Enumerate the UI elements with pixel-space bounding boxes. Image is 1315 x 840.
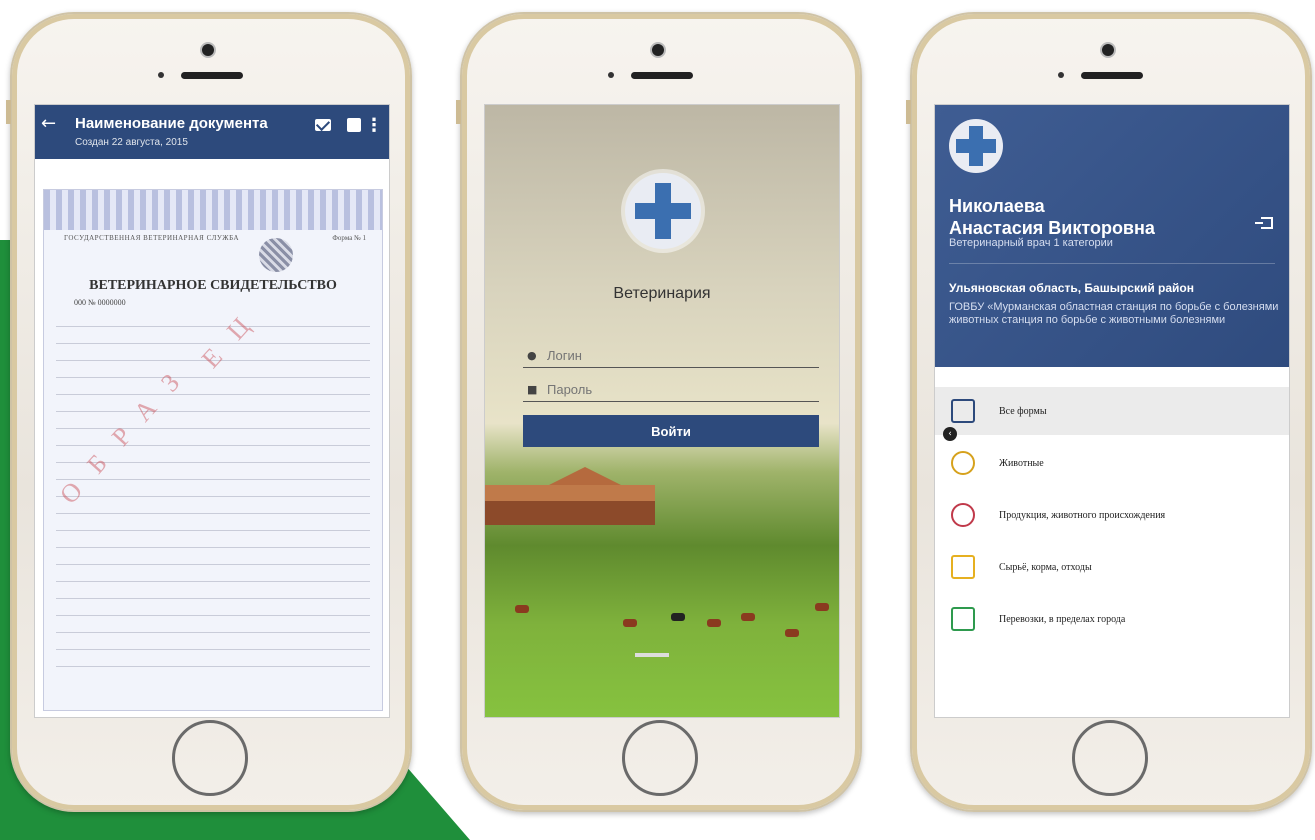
- home-button[interactable]: [172, 720, 248, 796]
- sensor-dot: [158, 72, 164, 78]
- profile-header: Николаева Анастасия Викторовна Ветеринар…: [935, 105, 1289, 367]
- user-icon: ●: [527, 349, 537, 362]
- print-icon[interactable]: [347, 118, 361, 132]
- cow-image: [785, 629, 799, 637]
- user-region: Ульяновская область, Башырский район: [949, 281, 1194, 295]
- earpiece-speaker: [631, 72, 693, 79]
- menu-item-raw-materials[interactable]: Сырьё, корма, отходы: [935, 543, 1289, 591]
- menu-item-label: Сырьё, корма, отходы: [999, 561, 1092, 573]
- farm-buildings: [485, 485, 655, 525]
- certificate-emblem-icon: [259, 238, 293, 272]
- app-logo-cross-icon: [949, 119, 1003, 173]
- cow-image: [741, 613, 755, 621]
- document-title: Наименование документа: [75, 115, 268, 132]
- mail-icon[interactable]: [315, 119, 331, 131]
- user-name: Николаева Анастасия Викторовна: [949, 195, 1155, 239]
- certificate-ornament-border: [44, 190, 382, 230]
- login-button[interactable]: Войти: [523, 415, 819, 447]
- forms-icon: [951, 399, 975, 423]
- divider: [949, 263, 1275, 264]
- cow-image: [623, 619, 637, 627]
- certificate-image: ГОСУДАРСТВЕННАЯ ВЕТЕРИНАРНАЯ СЛУЖБА Форм…: [43, 189, 383, 711]
- sensor-dot: [1058, 72, 1064, 78]
- front-camera: [1102, 44, 1114, 56]
- menu-item-all-forms[interactable]: Все формы: [935, 387, 1289, 435]
- certificate-organization: ГОСУДАРСТВЕННАЯ ВЕТЕРИНАРНАЯ СЛУЖБА: [64, 234, 240, 242]
- cow-image: [707, 619, 721, 627]
- earpiece-speaker: [181, 72, 243, 79]
- phone-menu: Николаева Анастасия Викторовна Ветеринар…: [910, 12, 1312, 812]
- cow-image: [815, 603, 829, 611]
- phone-login: Ветеринария ● ■ Войти: [460, 12, 862, 812]
- lock-icon: ■: [527, 383, 538, 396]
- phone-document-viewer: ← Наименование документа Создан 22 авгус…: [10, 12, 412, 812]
- earpiece-speaker: [1081, 72, 1143, 79]
- user-last-name: Николаева: [949, 196, 1045, 216]
- mute-switch: [456, 100, 461, 124]
- app-title: Ветеринария: [613, 285, 711, 302]
- password-field[interactable]: ■: [523, 375, 819, 402]
- login-input[interactable]: [545, 343, 809, 367]
- sack-icon: [951, 555, 975, 579]
- certificate-number: 000 № 0000000: [74, 298, 126, 307]
- menu-item-label: Продукция, животного происхождения: [999, 509, 1166, 521]
- certificate-form-number: Форма № 1: [332, 234, 366, 242]
- app-logo-cross-icon: [625, 173, 701, 249]
- farm-roof: [545, 467, 625, 487]
- logout-icon[interactable]: [1255, 217, 1273, 229]
- user-first-name: Анастасия Викторовна: [949, 218, 1155, 238]
- sensor-dot: [608, 72, 614, 78]
- password-input[interactable]: [545, 377, 809, 401]
- user-organization: ГОВБУ «Мурманская областная станция по б…: [949, 301, 1279, 326]
- home-button[interactable]: [622, 720, 698, 796]
- document-created-date: Создан 22 августа, 2015: [75, 137, 188, 148]
- front-camera: [652, 44, 664, 56]
- front-camera: [202, 44, 214, 56]
- menu-item-animals[interactable]: Животные: [935, 439, 1289, 487]
- certificate-title: ВЕТЕРИНАРНОЕ СВИДЕТЕЛЬСТВО: [89, 278, 337, 293]
- document-header: ← Наименование документа Создан 22 авгус…: [35, 105, 389, 159]
- screen-document: ← Наименование документа Создан 22 авгус…: [34, 104, 390, 718]
- menu-item-label: Перевозки, в пределах города: [999, 613, 1126, 625]
- menu-item-label: Все формы: [999, 405, 1047, 417]
- login-field[interactable]: ●: [523, 341, 819, 368]
- user-role: Ветеринарный врач 1 категории: [949, 237, 1113, 249]
- mute-switch: [6, 100, 11, 124]
- more-options-icon[interactable]: ⋮: [365, 115, 383, 136]
- menu-item-transport[interactable]: Перевозки, в пределах города: [935, 595, 1289, 643]
- home-button[interactable]: [1072, 720, 1148, 796]
- menu-item-label: Животные: [999, 457, 1044, 469]
- screen-login: Ветеринария ● ■ Войти: [484, 104, 840, 718]
- back-arrow-icon[interactable]: ←: [41, 113, 56, 134]
- meat-icon: [951, 503, 975, 527]
- fence: [635, 653, 669, 657]
- map-icon: [951, 607, 975, 631]
- screen-menu: Николаева Анастасия Викторовна Ветеринар…: [934, 104, 1290, 718]
- menu-item-products[interactable]: Продукция, животного происхождения: [935, 491, 1289, 539]
- cow-image: [515, 605, 529, 613]
- mute-switch: [906, 100, 911, 124]
- cow-image: [671, 613, 685, 621]
- cow-icon: [951, 451, 975, 475]
